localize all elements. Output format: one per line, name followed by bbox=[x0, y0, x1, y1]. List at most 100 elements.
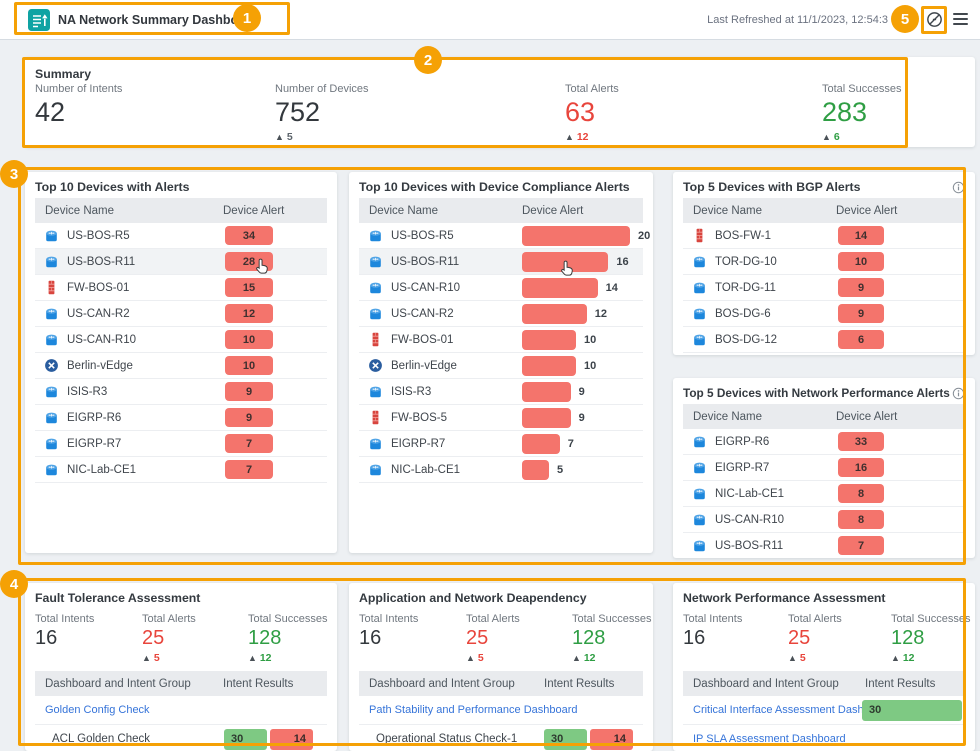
alert-count-badge[interactable]: 16 bbox=[838, 458, 884, 477]
table-row[interactable]: EIGRP-R6 33 bbox=[683, 429, 965, 455]
table-row[interactable]: EIGRP-R77 bbox=[35, 431, 327, 457]
table-row[interactable]: US-BOS-R1128 bbox=[35, 249, 327, 275]
table-row[interactable]: US-CAN-R108 bbox=[683, 507, 965, 533]
success-bar[interactable]: 30 bbox=[862, 700, 962, 721]
alert-bar[interactable] bbox=[522, 460, 549, 480]
delta-up-icon: ▲ bbox=[466, 653, 475, 663]
alert-count-badge[interactable]: 7 bbox=[838, 536, 884, 555]
table-row[interactable]: NIC-Lab-CE15 bbox=[359, 457, 643, 483]
alert-count-badge[interactable]: 12 bbox=[225, 304, 273, 323]
alert-count-badge[interactable]: 10 bbox=[225, 356, 273, 375]
table-row[interactable]: ISIS-R39 bbox=[359, 379, 643, 405]
table-row[interactable]: FW-BOS-0110 bbox=[359, 327, 643, 353]
alert-bar[interactable] bbox=[522, 226, 630, 246]
table-header: Device Name Device Alert bbox=[35, 198, 327, 223]
alert-bar[interactable] bbox=[522, 382, 571, 402]
table-row[interactable]: BOS-DG-69 bbox=[683, 301, 965, 327]
alert-count-badge[interactable]: 10 bbox=[838, 252, 884, 271]
device-name: US-CAN-R10 bbox=[391, 282, 460, 294]
column-intent-results: Intent Results bbox=[865, 678, 935, 690]
alert-count-badge[interactable]: 9 bbox=[225, 408, 273, 427]
table-row[interactable]: NIC-Lab-CE17 bbox=[35, 457, 327, 483]
alert-count-badge[interactable]: 9 bbox=[838, 304, 884, 323]
success-bar[interactable]: 30 bbox=[544, 729, 587, 750]
column-device-alert: Device Alert bbox=[836, 411, 897, 423]
table-row[interactable]: US-CAN-R2 12 bbox=[35, 301, 327, 327]
table-row[interactable]: US-BOS-R1116 bbox=[359, 249, 643, 275]
table-row[interactable]: BOS-DG-12 6 bbox=[683, 327, 965, 353]
alert-bar[interactable] bbox=[522, 304, 587, 324]
alert-bar[interactable] bbox=[522, 330, 576, 350]
device-name: BOS-DG-12 bbox=[715, 334, 777, 346]
panel-title: Top 10 Devices with Device Compliance Al… bbox=[359, 180, 630, 194]
panel-top10-devices-alerts: Top 10 Devices with Alerts Device Name D… bbox=[25, 172, 337, 553]
intent-table: Dashboard and Intent Group Intent Result… bbox=[683, 671, 965, 751]
router-icon bbox=[44, 384, 59, 399]
table-row[interactable]: FW-BOS-5 9 bbox=[359, 405, 643, 431]
table-row[interactable]: FW-BOS-0115 bbox=[35, 275, 327, 301]
table-row[interactable]: BOS-FW-114 bbox=[683, 223, 965, 249]
alert-bar[interactable] bbox=[522, 278, 598, 298]
intent-table: Dashboard and Intent Group Intent Result… bbox=[35, 671, 327, 751]
alert-count-badge[interactable]: 34 bbox=[225, 226, 273, 245]
alert-bar-value: 9 bbox=[579, 412, 585, 424]
device-name: US-CAN-R2 bbox=[67, 308, 130, 320]
table-row[interactable]: EIGRP-R716 bbox=[683, 455, 965, 481]
table-row[interactable]: NIC-Lab-CE1 8 bbox=[683, 481, 965, 507]
router-icon bbox=[692, 254, 707, 269]
alert-count-badge[interactable]: 33 bbox=[838, 432, 884, 451]
alert-bar[interactable] bbox=[522, 434, 560, 454]
alert-count-badge[interactable]: 28 bbox=[225, 252, 273, 271]
table-row[interactable]: Berlin-vEdge10 bbox=[359, 353, 643, 379]
table-row[interactable]: TOR-DG-11 9 bbox=[683, 275, 965, 301]
table-row[interactable]: US-CAN-R212 bbox=[359, 301, 643, 327]
alert-bar[interactable]: 14 bbox=[590, 729, 633, 750]
table-row[interactable]: Berlin-vEdge10 bbox=[35, 353, 327, 379]
alert-count-badge[interactable]: 7 bbox=[225, 434, 273, 453]
table-row[interactable]: EIGRP-R69 bbox=[35, 405, 327, 431]
intent-group-link[interactable]: Golden Config Check bbox=[45, 704, 150, 716]
alert-count-badge[interactable]: 8 bbox=[838, 510, 884, 529]
alert-count-badge[interactable]: 7 bbox=[225, 460, 273, 479]
alert-count-badge[interactable]: 10 bbox=[225, 330, 273, 349]
table-row[interactable]: US-BOS-R117 bbox=[683, 533, 965, 558]
table-row[interactable]: EIGRP-R77 bbox=[359, 431, 643, 457]
alert-count-badge[interactable]: 6 bbox=[838, 330, 884, 349]
alert-bar[interactable] bbox=[522, 356, 576, 376]
alert-count-badge[interactable]: 9 bbox=[838, 278, 884, 297]
alert-bar[interactable] bbox=[522, 252, 608, 272]
intent-group-link[interactable]: IP SLA Assessment Dashboard bbox=[693, 733, 846, 745]
alert-count-badge[interactable]: 15 bbox=[225, 278, 273, 297]
table-row[interactable]: ISIS-R39 bbox=[35, 379, 327, 405]
table-row[interactable]: US-BOS-R520 bbox=[359, 223, 643, 249]
menu-icon[interactable] bbox=[953, 13, 968, 28]
table-row[interactable]: US-BOS-R534 bbox=[35, 223, 327, 249]
intent-group-link[interactable]: Path Stability and Performance Dashboard bbox=[369, 704, 578, 716]
device-table: Device Name Device Alert BOS-FW-114 TOR-… bbox=[683, 198, 965, 353]
table-row[interactable]: US-CAN-R1014 bbox=[359, 275, 643, 301]
info-icon[interactable] bbox=[952, 181, 965, 194]
alert-count-badge[interactable]: 14 bbox=[838, 226, 884, 245]
info-icon[interactable] bbox=[952, 387, 965, 400]
panel-title: Network Performance Assessment bbox=[683, 591, 886, 605]
alert-count-badge[interactable]: 8 bbox=[838, 484, 884, 503]
device-name: EIGRP-R6 bbox=[715, 436, 769, 448]
table-row: Path Stability and Performance Dashboard bbox=[359, 696, 643, 725]
column-dashboard-intent-group: Dashboard and Intent Group bbox=[45, 678, 191, 690]
device-name: NIC-Lab-CE1 bbox=[715, 488, 784, 500]
intent-results-bars: 30 bbox=[862, 700, 962, 721]
stat-total-successes: Total Successes 128 ▲ 12 bbox=[572, 613, 651, 664]
table-row[interactable]: TOR-DG-1010 bbox=[683, 249, 965, 275]
table-row[interactable]: US-CAN-R1010 bbox=[35, 327, 327, 353]
success-bar[interactable]: 30 bbox=[224, 729, 267, 750]
delta-up-icon: ▲ bbox=[248, 653, 257, 663]
eye-off-icon[interactable] bbox=[925, 10, 944, 29]
alert-bar[interactable]: 14 bbox=[270, 729, 313, 750]
vedge-icon bbox=[44, 358, 59, 373]
panel-application-network-dependency: Application and Network Deapendency Tota… bbox=[349, 583, 653, 751]
alert-bar-value: 10 bbox=[584, 360, 596, 372]
alert-count-badge[interactable]: 9 bbox=[225, 382, 273, 401]
alert-bar[interactable] bbox=[522, 408, 571, 428]
device-name: TOR-DG-11 bbox=[715, 282, 776, 294]
device-name: FW-BOS-5 bbox=[391, 412, 447, 424]
